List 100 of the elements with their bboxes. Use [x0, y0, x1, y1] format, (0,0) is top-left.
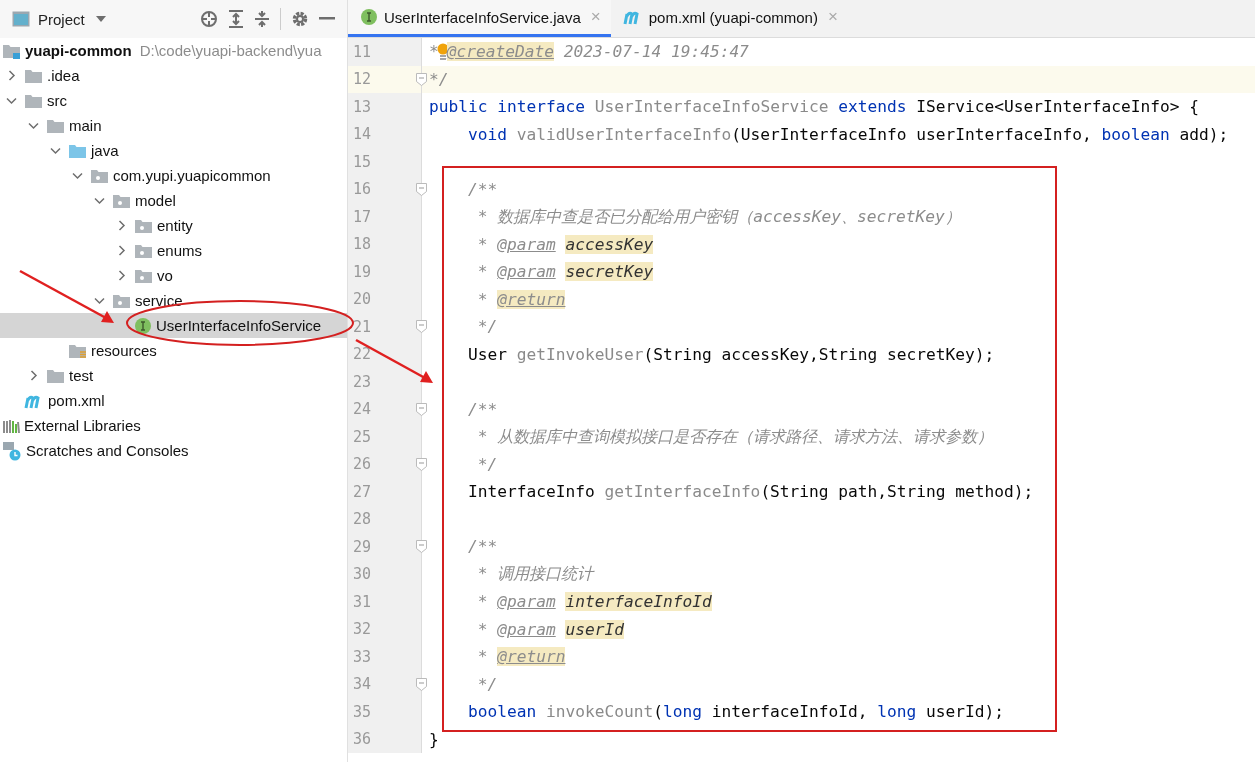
fold-marker-icon[interactable] — [416, 182, 427, 196]
chevron-down-icon[interactable] — [49, 145, 61, 156]
tree-item-label: UserInterfaceInfoService — [156, 317, 322, 334]
tree-item-label: model — [135, 192, 176, 209]
package-folder-icon — [112, 292, 131, 309]
chevron-down-icon[interactable] — [71, 170, 83, 181]
code-text: * 数据库中查是否已分配给用户密钥（accessKey、secretKey） — [476, 205, 961, 228]
tree-item[interactable]: vo — [0, 263, 347, 288]
tree-item[interactable]: pom.xml — [0, 388, 347, 413]
code-text: */ — [476, 317, 498, 337]
line-number: 22 — [351, 345, 371, 364]
package-folder-icon — [112, 192, 131, 209]
tree-item[interactable]: resources — [0, 338, 347, 363]
tab-label: UserInterfaceInfoService.java — [384, 8, 581, 26]
tree-item-label: resources — [91, 342, 157, 359]
tab-label: pom.xml (yuapi-common) — [648, 8, 818, 26]
minimize-icon[interactable] — [319, 17, 335, 21]
tree-item[interactable]: src — [0, 88, 347, 113]
collapse-all-icon[interactable] — [254, 10, 270, 28]
package-folder-icon — [134, 267, 153, 284]
line-number: 27 — [351, 482, 371, 501]
tree-item[interactable]: entity — [0, 213, 347, 238]
tree-item-label: vo — [157, 267, 173, 284]
chevron-down-icon[interactable] — [27, 120, 39, 131]
code-text: /** — [466, 179, 498, 199]
code-text: * — [429, 42, 439, 62]
line-number: 31 — [351, 592, 371, 611]
chevron-down-icon[interactable] — [93, 195, 105, 206]
code-text: void validUserInterfaceInfo(UserInterfaceInfo userInterfaceInfo, boolean add); — [466, 124, 1229, 144]
fold-marker-icon[interactable] — [416, 320, 427, 333]
line-number: 21 — [351, 317, 371, 336]
tree-item-label: entity — [157, 217, 193, 234]
tree-item[interactable]: enums — [0, 238, 347, 263]
code-text: /** — [466, 399, 498, 419]
tree-item[interactable]: Scratches and Consoles — [0, 438, 347, 463]
tree-item[interactable]: UserInterfaceInfoService — [0, 313, 347, 338]
code-text: User getInvokeUser(String accessKey,String secretKey); — [466, 344, 995, 364]
chevron-down-icon[interactable] — [93, 295, 105, 306]
line-number: 23 — [351, 372, 371, 391]
code-text: InterfaceInfo getInterfaceInfo(String path,String method); — [466, 482, 1034, 502]
tree-item[interactable]: test — [0, 363, 347, 388]
tree-item-label: External Libraries — [24, 417, 141, 434]
line-number: 28 — [351, 510, 371, 529]
line-number: 12 — [351, 70, 371, 89]
editor-tab[interactable]: pom.xml (yuapi-common) × — [610, 0, 848, 37]
crosshair-icon[interactable] — [200, 10, 218, 28]
line-number: 18 — [351, 235, 371, 254]
fold-marker-icon[interactable] — [416, 457, 427, 471]
resources-folder-icon — [68, 342, 87, 359]
code-text: * @param accessKey — [476, 234, 654, 254]
fold-marker-icon[interactable] — [416, 402, 427, 416]
tree-item[interactable]: service — [0, 288, 347, 313]
package-folder-icon — [134, 242, 153, 259]
line-number: 32 — [351, 620, 371, 639]
line-number: 35 — [351, 702, 371, 721]
line-number: 20 — [351, 290, 371, 309]
tree-item[interactable]: yuapi-common D:\code\yuapi-backend\yua — [0, 38, 347, 63]
fold-marker-icon[interactable] — [416, 72, 427, 86]
code-text: * @param secretKey — [476, 262, 654, 282]
code-text: * 调用接口统计 — [476, 563, 594, 586]
expand-all-icon[interactable] — [228, 10, 244, 28]
tree-item[interactable]: main — [0, 113, 347, 138]
code-text: */ — [476, 674, 498, 694]
chevron-down-icon[interactable] — [5, 95, 17, 106]
line-number: 26 — [351, 455, 371, 474]
line-number: 17 — [351, 207, 371, 226]
module-path: D:\code\yuapi-backend\yua — [139, 42, 322, 59]
tree-item[interactable]: .idea — [0, 63, 347, 88]
line-number: 36 — [351, 730, 371, 749]
tree-item-label: service — [135, 292, 183, 309]
line-number: 14 — [351, 125, 371, 144]
interface-icon — [360, 8, 378, 26]
fold-marker-icon[interactable] — [416, 540, 427, 553]
tree-item-label: enums — [157, 242, 203, 259]
folder-icon — [46, 117, 65, 134]
tree-item-label: Scratches and Consoles — [26, 442, 189, 459]
module-name: yuapi-common — [25, 42, 132, 59]
tree-item[interactable]: model — [0, 188, 347, 213]
tree-item-label: java — [91, 142, 119, 159]
libraries-icon — [2, 417, 20, 434]
code-text: * @return — [476, 289, 566, 309]
code-text: boolean invokeCount(long interfaceInfoId, long userId); — [466, 702, 1005, 722]
fold-marker-icon[interactable] — [416, 677, 427, 691]
tree-item-label: pom.xml — [48, 392, 105, 409]
tree-item[interactable]: External Libraries — [0, 413, 347, 438]
settings-icon[interactable] — [291, 10, 309, 28]
tree-item[interactable]: com.yupi.yuapicommon — [0, 163, 347, 188]
folder-icon — [68, 142, 87, 159]
code-text: @createDate 2023-07-14 19:45:47 — [446, 42, 749, 62]
package-folder-icon — [90, 167, 109, 184]
line-number: 30 — [351, 565, 371, 584]
dropdown-caret-icon[interactable] — [94, 15, 107, 23]
panel-title[interactable]: Project — [38, 10, 85, 28]
line-number: 29 — [351, 537, 371, 556]
tree-item-label: com.yupi.yuapicommon — [113, 167, 271, 184]
interface-icon — [134, 316, 152, 335]
tree-item[interactable]: java — [0, 138, 347, 163]
line-number: 13 — [351, 97, 371, 116]
editor-tab[interactable]: UserInterfaceInfoService.java × — [348, 0, 611, 37]
code-text: public interface UserInterfaceInfoService extends IService<UserInterfaceInfo> { — [429, 97, 1199, 117]
